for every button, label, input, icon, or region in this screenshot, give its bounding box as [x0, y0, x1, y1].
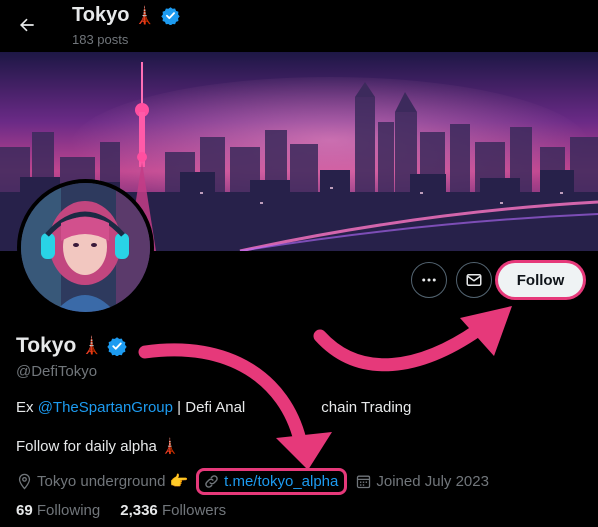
- profile-meta: Tokyo underground 👉 t.me/tokyo_alpha Joi…: [16, 467, 489, 495]
- bio-suffix: | Defi Anal: [173, 399, 246, 416]
- location-icon: [18, 473, 31, 490]
- joined-item: Joined July 2023: [355, 473, 489, 490]
- followers-link[interactable]: 2,336 Followers: [120, 502, 226, 519]
- joined-text: Joined July 2023: [376, 472, 489, 490]
- bio-line-1: Ex @TheSpartanGroup | Defi Anal chain Tra…: [16, 399, 411, 416]
- profile-avatar[interactable]: [17, 179, 154, 316]
- avatar-image: [21, 183, 150, 312]
- calendar-icon: [357, 475, 371, 488]
- tower-emoji: 🗼: [134, 5, 156, 25]
- tower-emoji: 🗼: [81, 336, 103, 355]
- bio-prefix: Ex: [16, 399, 38, 416]
- follow-button[interactable]: Follow: [498, 263, 583, 297]
- message-button[interactable]: [456, 262, 492, 298]
- profile-handle: @DefiTokyo: [16, 363, 98, 380]
- bio-line-2-text: Follow for daily alpha: [16, 437, 157, 455]
- link-icon: [205, 474, 218, 488]
- back-arrow-icon: [20, 18, 34, 32]
- profile-name-text: Tokyo: [16, 334, 77, 357]
- mail-icon: [466, 274, 482, 286]
- top-bar: Tokyo 🗼 183 posts: [0, 0, 598, 52]
- bio-mention-link[interactable]: @TheSpartanGroup: [38, 399, 173, 416]
- posts-count: 183 posts: [72, 32, 129, 47]
- more-button[interactable]: [411, 262, 447, 298]
- following-link[interactable]: 69 Following: [16, 502, 100, 519]
- location-text: Tokyo underground: [37, 472, 166, 490]
- profile-name: Tokyo 🗼: [16, 334, 128, 358]
- following-label: Following: [36, 502, 101, 519]
- followers-label: Followers: [161, 502, 227, 519]
- bio-line-2: Follow for daily alpha 🗼: [16, 437, 180, 456]
- arrow-to-follow: [313, 306, 512, 372]
- tower-emoji: 🗼: [160, 438, 180, 455]
- verified-badge-icon: [160, 7, 180, 25]
- more-icon: [422, 278, 436, 282]
- header-name: Tokyo: [72, 4, 130, 26]
- location-item: Tokyo underground 👉: [16, 472, 188, 490]
- header-title: Tokyo 🗼: [72, 4, 180, 27]
- follow-stats: 69 Following 2,336 Followers: [16, 502, 226, 519]
- verified-badge-icon[interactable]: [107, 336, 128, 356]
- followers-count: 2,336: [120, 502, 158, 519]
- profile-link[interactable]: t.me/tokyo_alpha: [196, 467, 348, 495]
- bio-suffix-tail: chain Trading: [321, 399, 412, 416]
- profile-link-text[interactable]: t.me/tokyo_alpha: [224, 473, 338, 490]
- pointing-emoji: 👉: [169, 473, 189, 490]
- following-count: 69: [16, 502, 33, 519]
- back-button[interactable]: [10, 8, 44, 42]
